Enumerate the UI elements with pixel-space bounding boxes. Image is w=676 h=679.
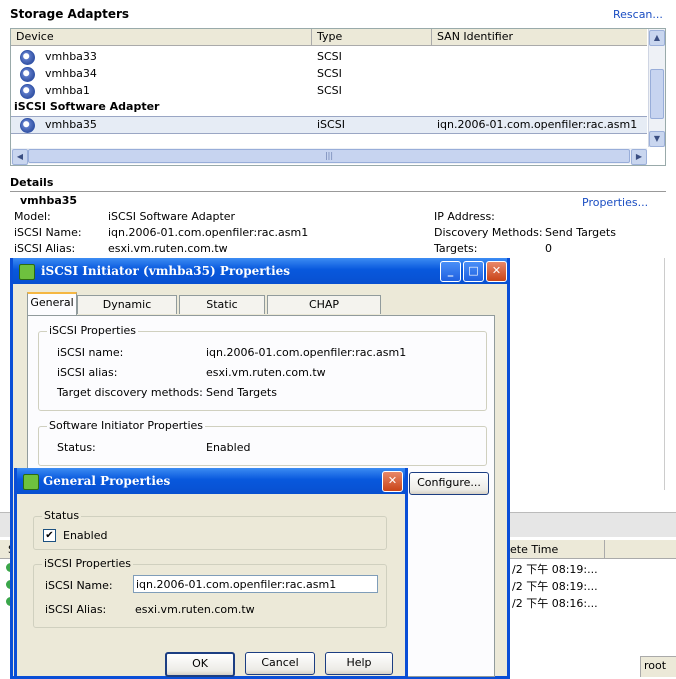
app-icon xyxy=(19,264,35,280)
discovery-methods-label: Discovery Methods: xyxy=(434,226,543,239)
device-cell: vmhba1 xyxy=(45,84,90,97)
iscsi-alias-label: iSCSI alias: xyxy=(57,366,118,379)
ok-button[interactable]: OK xyxy=(165,652,235,677)
task-time: /2 下午 08:19:... xyxy=(512,580,598,593)
column-device[interactable]: Device xyxy=(16,30,54,43)
iscsi-properties-group: iSCSI Properties iSCSI Name: iqn.2006-01… xyxy=(33,557,387,628)
details-adapter-name: vmhba35 xyxy=(20,194,78,207)
adapter-icon xyxy=(20,118,35,133)
group-legend: iSCSI Properties xyxy=(47,324,139,337)
iscsi-properties-group: iSCSI Properties iSCSI name: iqn.2006-01… xyxy=(38,324,487,411)
table-row[interactable]: vmhba1 SCSI xyxy=(11,83,647,99)
details-title: Details xyxy=(10,176,54,189)
enabled-checkbox[interactable]: ✔ xyxy=(43,529,56,542)
adapter-icon xyxy=(20,84,35,99)
column-type[interactable]: Type xyxy=(317,30,342,43)
status-group: Status ✔ Enabled xyxy=(33,509,387,550)
iscsi-alias-label: iSCSI Alias: xyxy=(45,603,107,616)
targets-value: 0 xyxy=(545,242,552,255)
initiator-titlebar[interactable]: iSCSI Initiator (vmhba35) Properties _ □… xyxy=(13,258,507,284)
discovery-methods-value: Send Targets xyxy=(206,386,277,399)
model-value: iSCSI Software Adapter xyxy=(108,210,236,223)
device-cell: vmhba35 xyxy=(45,118,97,131)
vertical-scrollbar[interactable]: ▲ ▼ xyxy=(648,29,665,147)
group-legend: Status xyxy=(42,509,82,522)
tasks-col-sep xyxy=(604,540,605,558)
general-title: General Properties xyxy=(43,474,171,488)
table-header: Device Type SAN Identifier xyxy=(11,29,647,46)
storage-adapters-title: Storage Adapters xyxy=(10,7,130,21)
status-value: Enabled xyxy=(206,441,251,454)
rescan-link[interactable]: Rescan... xyxy=(613,8,663,21)
san-cell: iqn.2006-01.com.openfiler:rac.asm1 xyxy=(437,118,638,131)
iscsi-alias-label: iSCSI Alias: xyxy=(14,242,76,255)
app-icon xyxy=(23,474,39,490)
targets-label: Targets: xyxy=(434,242,478,255)
hscroll-thumb[interactable]: ||| xyxy=(28,149,630,163)
help-button[interactable]: Help xyxy=(325,652,393,675)
task-time: /2 下午 08:19:... xyxy=(512,563,598,576)
model-label: Model: xyxy=(14,210,51,223)
maximize-icon[interactable]: □ xyxy=(463,261,484,282)
close-icon[interactable]: ✕ xyxy=(382,471,403,492)
table-row[interactable]: vmhba33 SCSI xyxy=(11,49,647,65)
type-cell: SCSI xyxy=(317,67,342,80)
tab-general[interactable]: General xyxy=(27,292,77,315)
ip-address-label: IP Address: xyxy=(434,210,495,223)
device-cell: vmhba33 xyxy=(45,50,97,63)
details-panel-edge xyxy=(660,258,665,490)
iscsi-name-value: iqn.2006-01.com.openfiler:rac.asm1 xyxy=(108,226,309,239)
scroll-down-icon[interactable]: ▼ xyxy=(649,131,665,147)
iscsi-alias-value: esxi.vm.ruten.com.tw xyxy=(108,242,228,255)
adapter-icon xyxy=(20,50,35,65)
status-bar-user: root xyxy=(644,659,667,672)
iscsi-name-label: iSCSI name: xyxy=(57,346,124,359)
iscsi-alias-value: esxi.vm.ruten.com.tw xyxy=(206,366,326,379)
scroll-left-icon[interactable]: ◀ xyxy=(12,149,28,165)
group-legend: Software Initiator Properties xyxy=(47,419,206,432)
tab-dynamic-discovery[interactable]: Dynamic Discovery xyxy=(77,295,177,329)
task-time: /2 下午 08:16:... xyxy=(512,597,598,610)
adapter-icon xyxy=(20,67,35,82)
cancel-button[interactable]: Cancel xyxy=(245,652,315,675)
initiator-title: iSCSI Initiator (vmhba35) Properties xyxy=(41,264,291,278)
table-row[interactable]: vmhba34 SCSI xyxy=(11,66,647,82)
type-cell: SCSI xyxy=(317,50,342,63)
type-cell: iSCSI xyxy=(317,118,345,131)
iscsi-name-label: iSCSI Name: xyxy=(45,579,113,592)
software-initiator-group: Software Initiator Properties Status: En… xyxy=(38,419,487,466)
configure-button[interactable]: Configure... xyxy=(409,472,489,495)
scroll-thumb[interactable] xyxy=(650,69,664,119)
iscsi-name-value: iqn.2006-01.com.openfiler:rac.asm1 xyxy=(206,346,407,359)
enabled-label: Enabled xyxy=(63,529,108,542)
tab-chap-authentication[interactable]: CHAP Authentication xyxy=(267,295,381,329)
iscsi-name-field[interactable]: iqn.2006-01.com.openfiler:rac.asm1 xyxy=(133,575,378,593)
scroll-right-icon[interactable]: ▶ xyxy=(631,149,647,165)
group-label-iscsi: iSCSI Software Adapter xyxy=(14,100,160,113)
status-label: Status: xyxy=(57,441,96,454)
type-cell: SCSI xyxy=(317,84,342,97)
minimize-icon[interactable]: _ xyxy=(440,261,461,282)
column-san-identifier[interactable]: SAN Identifier xyxy=(437,30,513,43)
tasks-column-time[interactable]: ete Time xyxy=(510,543,558,556)
tab-strip: General Dynamic Discovery Static Discove… xyxy=(27,292,389,329)
adapters-table: Device Type SAN Identifier vmhba33 SCSI … xyxy=(10,28,666,166)
properties-link[interactable]: Properties... xyxy=(582,196,648,209)
tab-static-discovery[interactable]: Static Discovery xyxy=(179,295,265,329)
table-row-selected[interactable]: vmhba35 iSCSI iqn.2006-01.com.openfiler:… xyxy=(11,116,647,134)
group-legend: iSCSI Properties xyxy=(42,557,134,570)
discovery-methods-label: Target discovery methods: xyxy=(57,386,203,399)
device-cell: vmhba34 xyxy=(45,67,97,80)
general-titlebar[interactable]: General Properties ✕ xyxy=(17,468,405,494)
horizontal-scrollbar[interactable]: ◀ ||| ▶ xyxy=(11,148,647,165)
iscsi-name-label: iSCSI Name: xyxy=(14,226,82,239)
discovery-methods-value: Send Targets xyxy=(545,226,616,239)
iscsi-alias-value: esxi.vm.ruten.com.tw xyxy=(135,603,255,616)
details-divider xyxy=(10,191,666,192)
scroll-up-icon[interactable]: ▲ xyxy=(649,30,665,46)
close-icon[interactable]: ✕ xyxy=(486,261,507,282)
general-properties-dialog: General Properties ✕ Status ✔ Enabled iS… xyxy=(14,468,408,679)
